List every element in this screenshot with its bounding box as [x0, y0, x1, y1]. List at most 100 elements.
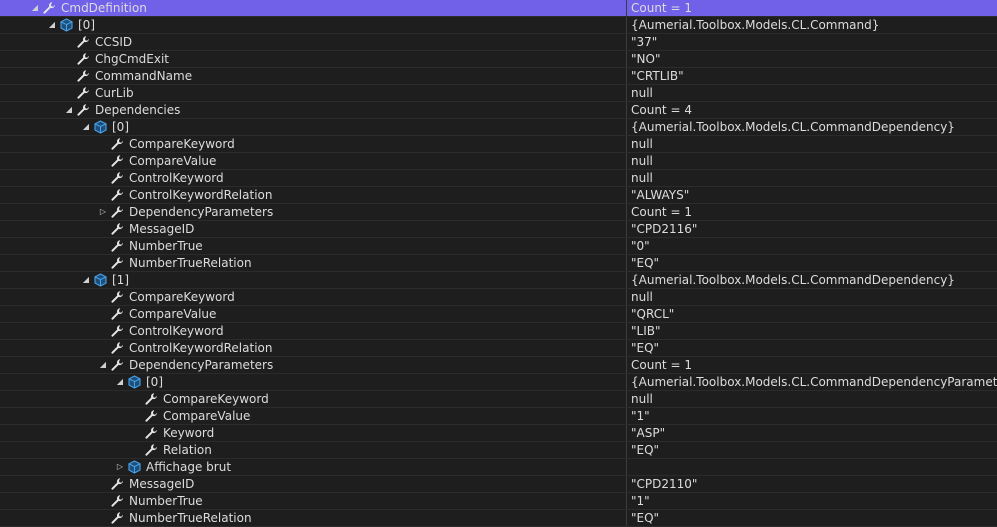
- value-cell[interactable]: "1": [626, 493, 997, 509]
- tree-row[interactable]: CompareKeyword null: [0, 136, 997, 153]
- name-cell: CCSID: [0, 34, 626, 50]
- tree-row[interactable]: CompareKeyword null: [0, 391, 997, 408]
- value-cell[interactable]: "CPD2116": [626, 221, 997, 237]
- value-cell[interactable]: Count = 1: [626, 357, 997, 373]
- tree-row[interactable]: ◢ [0] {Aumerial.Toolbox.Models.CL.CommandD…: [0, 119, 997, 136]
- expand-toggle-icon[interactable]: ▷: [115, 459, 125, 475]
- tree-row[interactable]: CCSID "37": [0, 34, 997, 51]
- name-cell: CommandName: [0, 68, 626, 84]
- value-cell[interactable]: {Aumerial.Toolbox.Models.CL.CommandDepen…: [626, 374, 997, 390]
- tree-row[interactable]: ◢ [0] {Aumerial.Toolbox.Models.CL.CommandD…: [0, 374, 997, 391]
- wrench-icon: [110, 154, 125, 168]
- tree-row[interactable]: NumberTrue "1": [0, 493, 997, 510]
- value-cell[interactable]: {Aumerial.Toolbox.Models.CL.CommandDepen…: [626, 272, 997, 288]
- value-cell[interactable]: "EQ": [626, 340, 997, 356]
- wrench-icon: [42, 1, 57, 15]
- tree-row[interactable]: MessageID "CPD2110": [0, 476, 997, 493]
- tree-row[interactable]: Keyword "ASP": [0, 425, 997, 442]
- value-cell[interactable]: null: [626, 170, 997, 186]
- value-cell[interactable]: Count = 4: [626, 102, 997, 118]
- value-cell[interactable]: "LIB": [626, 323, 997, 339]
- property-name: MessageID: [129, 222, 195, 236]
- tree-row[interactable]: ◢ CmdDefinition Count = 1: [0, 0, 997, 17]
- value-cell[interactable]: "EQ": [626, 255, 997, 271]
- watch-tree-view[interactable]: ◢ CmdDefinition Count = 1 ◢ [0] {Aumerial.Too…: [0, 0, 997, 527]
- property-name: CompareKeyword: [163, 392, 269, 406]
- name-cell: CurLib: [0, 85, 626, 101]
- value-cell[interactable]: Count = 1: [626, 204, 997, 220]
- tree-row[interactable]: ◢ Dependencies Count = 4: [0, 102, 997, 119]
- property-name: Affichage brut: [146, 460, 232, 474]
- tree-row[interactable]: MessageID "CPD2116": [0, 221, 997, 238]
- value-cell[interactable]: [626, 459, 997, 475]
- tree-row[interactable]: CompareKeyword null: [0, 289, 997, 306]
- property-name: ControlKeyword: [129, 171, 224, 185]
- tree-row[interactable]: CompareValue "QRCL": [0, 306, 997, 323]
- name-cell: ◢ CmdDefinition: [0, 0, 626, 16]
- collapse-toggle-icon[interactable]: ◢: [47, 17, 57, 33]
- property-name: DependencyParameters: [129, 205, 274, 219]
- property-name: CompareValue: [129, 154, 217, 168]
- wrench-icon: [110, 511, 125, 525]
- value-cell[interactable]: "EQ": [626, 510, 997, 526]
- value-cell[interactable]: "QRCL": [626, 306, 997, 322]
- tree-row[interactable]: ControlKeywordRelation "ALWAYS": [0, 187, 997, 204]
- name-cell: NumberTrueRelation: [0, 510, 626, 526]
- value-cell[interactable]: "37": [626, 34, 997, 50]
- name-cell: ◢ [0]: [0, 374, 626, 390]
- wrench-icon: [144, 409, 159, 423]
- property-name: CompareKeyword: [129, 290, 235, 304]
- value-cell[interactable]: "EQ": [626, 442, 997, 458]
- tree-row[interactable]: ControlKeyword null: [0, 170, 997, 187]
- name-cell: NumberTrue: [0, 238, 626, 254]
- value-cell[interactable]: {Aumerial.Toolbox.Models.CL.Command}: [626, 17, 997, 33]
- collapse-toggle-icon[interactable]: ◢: [81, 119, 91, 135]
- cube-icon: [127, 460, 142, 474]
- value-cell[interactable]: "ALWAYS": [626, 187, 997, 203]
- tree-row[interactable]: NumberTrueRelation "EQ": [0, 510, 997, 527]
- property-name: Dependencies: [95, 103, 181, 117]
- tree-row[interactable]: CompareValue "1": [0, 408, 997, 425]
- tree-row[interactable]: ◢ DependencyParameters Count = 1: [0, 357, 997, 374]
- value-cell[interactable]: Count = 1: [626, 0, 997, 16]
- value-cell[interactable]: null: [626, 136, 997, 152]
- value-cell[interactable]: "ASP": [626, 425, 997, 441]
- collapse-toggle-icon[interactable]: ◢: [81, 272, 91, 288]
- name-cell: ▷ Affichage brut: [0, 459, 626, 475]
- tree-row[interactable]: CurLib null: [0, 85, 997, 102]
- tree-row[interactable]: Relation "EQ": [0, 442, 997, 459]
- property-name: ControlKeywordRelation: [129, 188, 273, 202]
- tree-row[interactable]: ControlKeyword "LIB": [0, 323, 997, 340]
- value-cell[interactable]: "CRTLIB": [626, 68, 997, 84]
- collapse-toggle-icon[interactable]: ◢: [64, 102, 74, 118]
- value-cell[interactable]: "CPD2110": [626, 476, 997, 492]
- tree-row[interactable]: ◢ [1] {Aumerial.Toolbox.Models.CL.CommandD…: [0, 272, 997, 289]
- collapse-toggle-icon[interactable]: ◢: [98, 357, 108, 373]
- tree-row[interactable]: ▷ Affichage brut: [0, 459, 997, 476]
- value-cell[interactable]: null: [626, 289, 997, 305]
- value-cell[interactable]: null: [626, 153, 997, 169]
- value-cell[interactable]: "0": [626, 238, 997, 254]
- value-cell[interactable]: "1": [626, 408, 997, 424]
- value-cell[interactable]: null: [626, 85, 997, 101]
- tree-row[interactable]: NumberTrueRelation "EQ": [0, 255, 997, 272]
- property-name: CompareValue: [129, 307, 217, 321]
- value-cell[interactable]: "NO": [626, 51, 997, 67]
- wrench-icon: [110, 256, 125, 270]
- cube-icon: [59, 18, 74, 32]
- tree-row[interactable]: ▷ DependencyParameters Count = 1: [0, 204, 997, 221]
- value-cell[interactable]: {Aumerial.Toolbox.Models.CL.CommandDepen…: [626, 119, 997, 135]
- collapse-toggle-icon[interactable]: ◢: [30, 0, 40, 16]
- tree-row[interactable]: ChgCmdExit "NO": [0, 51, 997, 68]
- tree-row[interactable]: NumberTrue "0": [0, 238, 997, 255]
- name-cell: ControlKeywordRelation: [0, 340, 626, 356]
- tree-row[interactable]: ◢ [0] {Aumerial.Toolbox.Models.CL.Command}: [0, 17, 997, 34]
- expand-toggle-icon[interactable]: ▷: [98, 204, 108, 220]
- tree-row[interactable]: ControlKeywordRelation "EQ": [0, 340, 997, 357]
- collapse-toggle-icon[interactable]: ◢: [115, 374, 125, 390]
- property-name: CmdDefinition: [61, 1, 147, 15]
- wrench-icon: [110, 188, 125, 202]
- value-cell[interactable]: null: [626, 391, 997, 407]
- tree-row[interactable]: CompareValue null: [0, 153, 997, 170]
- tree-row[interactable]: CommandName "CRTLIB": [0, 68, 997, 85]
